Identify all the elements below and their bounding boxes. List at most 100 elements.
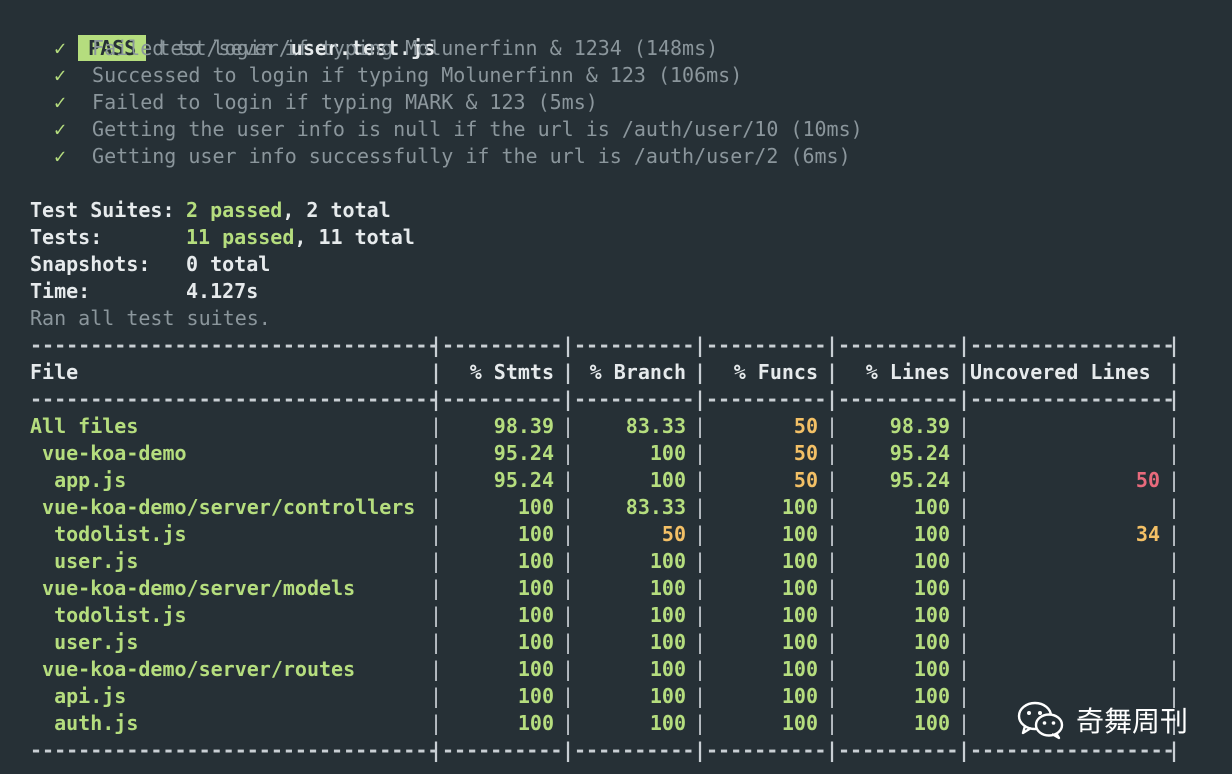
- value-branch: 100: [649, 603, 686, 627]
- value-uncovered: [970, 494, 1168, 521]
- column-separator: |: [958, 630, 971, 654]
- column-separator: |: [1168, 738, 1181, 762]
- test-name: Failed to login if typing Molunerfinn & …: [92, 36, 719, 60]
- checkmark-icon: ✓: [54, 63, 67, 87]
- value-uncovered: [970, 602, 1168, 629]
- divider-segment: -----------------: [970, 738, 1175, 762]
- column-separator: |: [694, 495, 707, 519]
- value-lines: 100: [913, 630, 950, 654]
- column-separator: |: [958, 522, 971, 546]
- column-separator: |: [430, 630, 443, 654]
- column-separator: |: [1168, 630, 1181, 654]
- value-branch: 83.33: [625, 414, 686, 438]
- value-uncovered: [970, 440, 1168, 467]
- column-separator: |: [562, 576, 575, 600]
- column-separator: |: [430, 738, 443, 762]
- column-separator: |: [430, 495, 443, 519]
- divider-segment: ----------: [838, 387, 959, 411]
- column-separator: |: [694, 603, 707, 627]
- file-name: vue-koa-demo/server/models: [30, 576, 356, 600]
- header-lines: % Lines: [865, 360, 950, 384]
- value-branch: 100: [649, 576, 686, 600]
- file-name: user.js: [30, 630, 139, 654]
- column-separator: |: [826, 657, 839, 681]
- value-lines: 100: [913, 603, 950, 627]
- value-uncovered: [970, 629, 1168, 656]
- column-separator: |: [1168, 549, 1181, 573]
- summary-tests: Tests: 11 passed, 11 total: [30, 224, 1210, 251]
- column-separator: |: [562, 441, 575, 465]
- column-separator: |: [562, 414, 575, 438]
- column-separator: |: [826, 441, 839, 465]
- test-result-line: ✓ Failed to login if typing Molunerfinn …: [30, 35, 1210, 62]
- divider-segment: ----------------------------------: [30, 738, 440, 762]
- table-divider: ---------------------------------- | -----…: [30, 332, 1210, 359]
- test-name: Failed to login if typing MARK & 123 (5m…: [92, 90, 598, 114]
- column-separator: |: [826, 414, 839, 438]
- header-funcs: % Funcs: [733, 360, 818, 384]
- checkmark-icon: ✓: [54, 90, 67, 114]
- column-separator: |: [562, 360, 575, 384]
- column-separator: |: [430, 522, 443, 546]
- value-lines: 100: [913, 684, 950, 708]
- value-stmts: 95.24: [493, 441, 554, 465]
- value-branch: 100: [649, 441, 686, 465]
- table-row: app.js | 95.24 | 100 | 50 | 95.24 | 50 |: [30, 467, 1210, 494]
- table-row: user.js | 100 | 100 | 100 | 100 | |: [30, 629, 1210, 656]
- file-name: auth.js: [30, 711, 139, 735]
- suites-total: , 2 total: [282, 198, 391, 222]
- divider-segment: -----------------: [970, 333, 1175, 357]
- pass-header: PASS test/sever/user.test.js: [30, 8, 1210, 61]
- column-separator: |: [430, 414, 443, 438]
- value-branch: 100: [649, 657, 686, 681]
- file-name: All files: [30, 414, 139, 438]
- time-label: Time:: [30, 279, 91, 303]
- column-separator: |: [1168, 333, 1181, 357]
- column-separator: |: [562, 387, 575, 411]
- value-funcs: 100: [781, 495, 818, 519]
- value-stmts: 100: [517, 576, 554, 600]
- test-results-list: ✓ Failed to login if typing Molunerfinn …: [30, 35, 1210, 170]
- column-separator: |: [826, 522, 839, 546]
- column-separator: |: [958, 468, 971, 492]
- column-separator: |: [430, 657, 443, 681]
- file-name: vue-koa-demo/server/routes: [30, 657, 356, 681]
- header-branch: % Branch: [589, 360, 686, 384]
- terminal-output: PASS test/sever/user.test.js ✓ Failed to …: [30, 8, 1210, 764]
- table-header: File |% Stmts |% Branch |% Funcs |% Lines | Un…: [30, 359, 1210, 386]
- value-funcs: 100: [781, 630, 818, 654]
- divider-segment: ----------: [442, 387, 563, 411]
- table-divider: ---------------------------------- | -----…: [30, 386, 1210, 413]
- column-separator: |: [430, 603, 443, 627]
- test-result-line: ✓ Successed to login if typing Molunerfi…: [30, 62, 1210, 89]
- test-name: Getting user info successfully if the ur…: [92, 144, 851, 168]
- table-row: vue-koa-demo | 95.24 | 100 | 50 | 95.24 | |: [30, 440, 1210, 467]
- value-lines: 100: [913, 549, 950, 573]
- column-separator: |: [826, 603, 839, 627]
- value-funcs: 50: [793, 441, 818, 465]
- table-divider: ---------------------------------- | -----…: [30, 737, 1210, 764]
- column-separator: |: [1168, 441, 1181, 465]
- column-separator: |: [1168, 657, 1181, 681]
- column-separator: |: [694, 468, 707, 492]
- checkmark-icon: ✓: [54, 36, 67, 60]
- column-separator: |: [1168, 603, 1181, 627]
- column-separator: |: [958, 360, 971, 384]
- column-separator: |: [562, 603, 575, 627]
- value-branch: 100: [649, 711, 686, 735]
- column-separator: |: [430, 333, 443, 357]
- value-lines: 100: [913, 657, 950, 681]
- value-funcs: 100: [781, 684, 818, 708]
- column-separator: |: [430, 468, 443, 492]
- column-separator: |: [958, 441, 971, 465]
- column-separator: |: [694, 333, 707, 357]
- test-result-line: ✓ Getting user info successfully if the …: [30, 143, 1210, 170]
- value-uncovered: 34: [1135, 522, 1160, 546]
- test-name: Getting the user info is null if the url…: [92, 117, 863, 141]
- value-lines: 95.24: [889, 441, 950, 465]
- column-separator: |: [958, 387, 971, 411]
- column-separator: |: [958, 711, 971, 735]
- value-funcs: 100: [781, 522, 818, 546]
- value-stmts: 100: [517, 630, 554, 654]
- column-separator: |: [562, 333, 575, 357]
